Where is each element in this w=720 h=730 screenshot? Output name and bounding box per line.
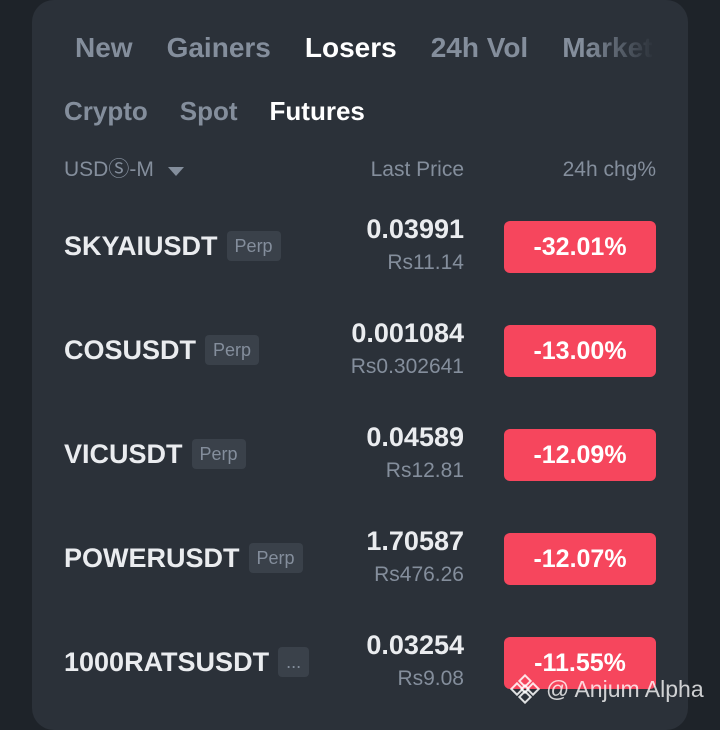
symbol-cell: COSUSDT Perp: [64, 328, 260, 372]
last-price-header[interactable]: Last Price: [371, 154, 464, 186]
last-price: 0.001084: [351, 318, 464, 348]
market-row[interactable]: COSUSDT Perp 0.001084 Rs0.302641 -13.00%: [64, 300, 656, 404]
last-price: 0.03254: [366, 630, 464, 660]
last-price: 0.04589: [366, 422, 464, 452]
price-cell: 1.70587 Rs476.26: [366, 524, 464, 592]
markets-panel: New Gainers Losers 24h Vol Market Cap Cr…: [32, 0, 688, 730]
market-row[interactable]: POWERUSDT Perp 1.70587 Rs476.26 -12.07%: [64, 508, 656, 612]
price-cell: 0.03254 Rs9.08: [366, 628, 464, 696]
symbol-cell: 1000RATSUSDT ...: [64, 640, 310, 684]
last-price: 1.70587: [366, 526, 464, 556]
change-badge[interactable]: -12.07%: [504, 533, 656, 585]
market-filter-dropdown[interactable]: USDⓈ-M: [64, 154, 184, 186]
market-row[interactable]: SKYAIUSDT Perp 0.03991 Rs11.14 -32.01%: [64, 196, 656, 300]
symbol-name: COSUSDT: [64, 334, 197, 365]
price-cell: 0.03991 Rs11.14: [366, 212, 464, 280]
market-list: SKYAIUSDT Perp 0.03991 Rs11.14 -32.01% C…: [64, 196, 656, 716]
tab-new[interactable]: New: [75, 26, 133, 70]
symbol-cell: VICUSDT Perp: [64, 432, 246, 476]
symbol-name: SKYAIUSDT: [64, 230, 218, 261]
symbol-name: 1000RATSUSDT: [64, 646, 270, 677]
price-cell: 0.04589 Rs12.81: [366, 420, 464, 488]
fiat-price: Rs0.302641: [350, 355, 464, 378]
fiat-price: Rs12.81: [385, 459, 464, 482]
tab-market-cap[interactable]: Market Cap: [562, 26, 655, 70]
watermark-text: @ Anjum Alpha: [546, 675, 704, 702]
last-price: 0.03991: [366, 214, 464, 244]
symbol-cell: SKYAIUSDT Perp: [64, 224, 281, 268]
contract-tag: Perp: [248, 543, 303, 573]
fiat-price: Rs476.26: [374, 563, 464, 586]
secondary-tabs: Crypto Spot Futures: [64, 92, 365, 130]
tab-24h-vol[interactable]: 24h Vol: [431, 26, 529, 70]
primary-tabs: New Gainers Losers 24h Vol Market Cap: [75, 26, 655, 70]
price-cell: 0.001084 Rs0.302641: [351, 316, 464, 384]
symbol-name: VICUSDT: [64, 438, 183, 469]
watermark: @ Anjum Alpha: [510, 674, 704, 704]
contract-tag: Perp: [205, 335, 260, 365]
tab-losers[interactable]: Losers: [305, 26, 397, 70]
fiat-price: Rs9.08: [397, 667, 464, 690]
tab-gainers[interactable]: Gainers: [167, 26, 271, 70]
binance-logo-icon: [510, 674, 540, 704]
contract-tag: ...: [278, 647, 310, 677]
change-header[interactable]: 24h chg%: [563, 154, 656, 186]
list-header: USDⓈ-M Last Price 24h chg%: [64, 154, 656, 186]
tab-futures[interactable]: Futures: [270, 92, 365, 130]
change-badge[interactable]: -12.09%: [504, 429, 656, 481]
tab-crypto[interactable]: Crypto: [64, 92, 148, 130]
market-row[interactable]: VICUSDT Perp 0.04589 Rs12.81 -12.09%: [64, 404, 656, 508]
market-filter-label: USDⓈ-M: [64, 158, 154, 181]
contract-tag: Perp: [226, 231, 281, 261]
tab-spot[interactable]: Spot: [180, 92, 238, 130]
symbol-name: POWERUSDT: [64, 542, 240, 573]
fiat-price: Rs11.14: [387, 251, 464, 274]
change-badge[interactable]: -32.01%: [504, 221, 656, 273]
chevron-down-icon: [167, 166, 184, 176]
symbol-cell: POWERUSDT Perp: [64, 536, 303, 580]
contract-tag: Perp: [191, 439, 246, 469]
change-badge[interactable]: -13.00%: [504, 325, 656, 377]
